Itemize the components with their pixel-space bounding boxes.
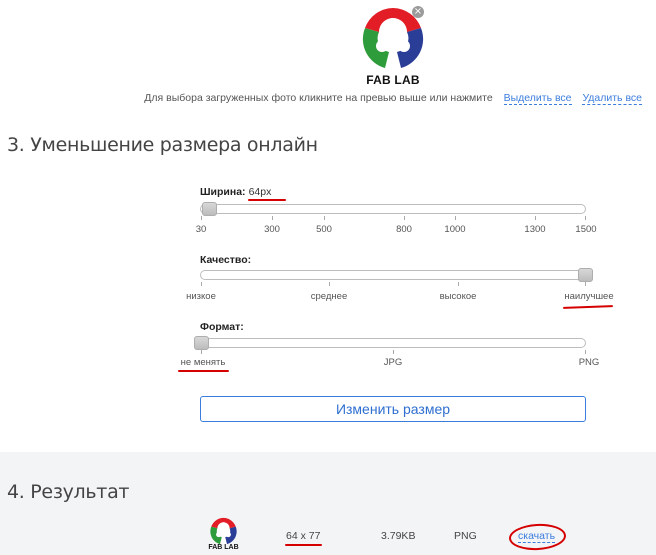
result-thumbnail-caption: FAB LAB bbox=[208, 544, 239, 551]
quality-tick-label: высокое bbox=[439, 291, 477, 302]
width-tick-label: 1000 bbox=[444, 224, 466, 235]
quality-slider[interactable] bbox=[200, 270, 586, 280]
width-tick bbox=[272, 216, 273, 220]
width-tick-label: 800 bbox=[396, 224, 412, 235]
width-tick bbox=[201, 216, 202, 220]
quality-tick-label: наилучшее bbox=[564, 291, 614, 302]
quality-label: Качество: bbox=[200, 254, 252, 266]
delete-all-link[interactable]: Удалить все bbox=[582, 92, 642, 105]
section-4-title: 4. Результат bbox=[7, 481, 130, 503]
quality-tick-label: среднее bbox=[310, 291, 348, 302]
width-tick-label: 1300 bbox=[524, 224, 546, 235]
width-slider[interactable] bbox=[200, 204, 586, 214]
width-tick bbox=[324, 216, 325, 220]
annotation-underline bbox=[285, 544, 322, 546]
width-tick-label: 300 bbox=[264, 224, 280, 235]
select-all-link[interactable]: Выделить все bbox=[503, 92, 572, 105]
width-tick-label: 1500 bbox=[575, 224, 597, 235]
format-tick bbox=[585, 350, 586, 354]
quality-tick bbox=[329, 282, 330, 286]
result-thumbnail-icon[interactable] bbox=[209, 517, 238, 545]
resize-button[interactable]: Изменить размер bbox=[200, 396, 586, 422]
width-slider-thumb[interactable] bbox=[202, 202, 217, 216]
selection-hint-row: Для выбора загруженных фото кликните на … bbox=[0, 92, 642, 108]
quality-tick-label: низкое bbox=[186, 291, 216, 302]
result-format: PNG bbox=[454, 530, 477, 542]
annotation-underline bbox=[178, 370, 229, 372]
logo-caption: FAB LAB bbox=[366, 73, 420, 87]
annotation-underline bbox=[248, 199, 286, 201]
width-tick bbox=[455, 216, 456, 220]
format-tick-label: JPG bbox=[383, 357, 403, 368]
result-dimensions: 64 x 77 bbox=[286, 530, 321, 542]
width-tick-label: 500 bbox=[316, 224, 332, 235]
width-label-text: Ширина: bbox=[200, 186, 246, 198]
width-value: 64px bbox=[248, 186, 272, 198]
quality-tick bbox=[201, 282, 202, 286]
annotation-underline bbox=[562, 305, 614, 309]
quality-slider-thumb[interactable] bbox=[578, 268, 593, 282]
format-tick-label: PNG bbox=[578, 357, 600, 368]
section-3-title: 3. Уменьшение размера онлайн bbox=[7, 134, 318, 156]
format-tick bbox=[393, 350, 394, 354]
image-preview[interactable]: FAB LAB bbox=[361, 6, 425, 91]
quality-tick bbox=[458, 282, 459, 286]
width-tick bbox=[535, 216, 536, 220]
result-file-size: 3.79KB bbox=[381, 530, 416, 542]
format-label: Формат: bbox=[200, 321, 244, 333]
width-label: Ширина: 64px bbox=[200, 186, 271, 198]
selection-hint-text: Для выбора загруженных фото кликните на … bbox=[144, 92, 493, 104]
quality-tick bbox=[585, 282, 586, 286]
format-slider[interactable] bbox=[200, 338, 586, 348]
remove-image-button[interactable]: × bbox=[412, 6, 424, 18]
width-tick-label: 30 bbox=[195, 224, 207, 235]
width-tick bbox=[585, 216, 586, 220]
format-slider-thumb[interactable] bbox=[194, 336, 209, 350]
width-tick bbox=[404, 216, 405, 220]
format-tick-label: не менять bbox=[180, 357, 226, 368]
format-tick bbox=[201, 350, 202, 354]
